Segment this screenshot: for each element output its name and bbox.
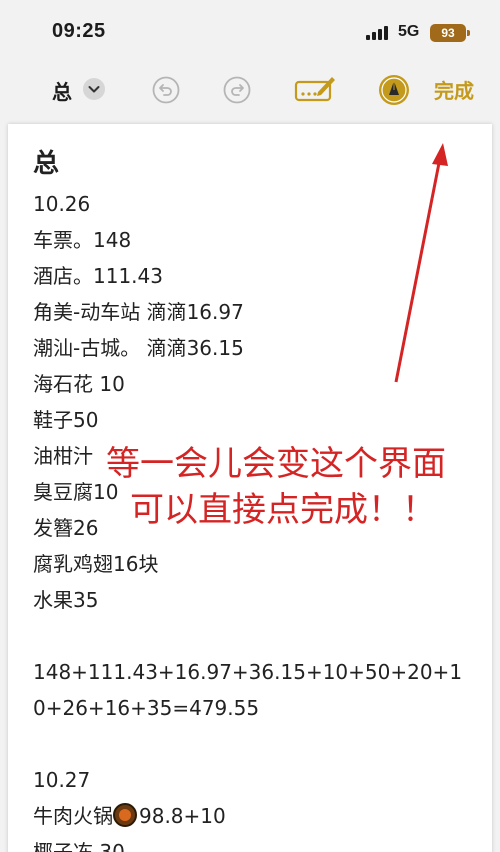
note-line: 角美-动车站 滴滴16.97 bbox=[33, 300, 244, 324]
battery-tip bbox=[467, 30, 470, 36]
hotpot-value: 98.8+10 bbox=[139, 804, 226, 828]
chevron-down-icon[interactable] bbox=[83, 78, 105, 100]
note-line: 腐乳鸡翅16块 bbox=[33, 552, 159, 576]
done-button[interactable]: 完成 bbox=[434, 75, 474, 104]
redo-icon[interactable] bbox=[223, 76, 251, 104]
note-blank-line bbox=[33, 726, 473, 762]
hotpot-label: 牛肉火锅 bbox=[33, 804, 113, 828]
note-line: 海石花 10 bbox=[33, 372, 125, 396]
note-blank-line bbox=[33, 618, 473, 654]
note-line: 0+26+16+35=479.55 bbox=[33, 696, 260, 720]
status-bar: 09:25 5G 93 bbox=[0, 0, 500, 62]
note-line: 148+111.43+16.97+36.15+10+50+20+1 bbox=[33, 660, 463, 684]
note-line-hotpot: 牛肉火锅 98.8+10 bbox=[33, 798, 473, 834]
note-toolbar: 总 完成 bbox=[0, 62, 500, 118]
note-line: 10.26 bbox=[33, 192, 91, 216]
battery-icon: 93 bbox=[430, 24, 466, 42]
pen-circle-icon[interactable] bbox=[378, 74, 410, 106]
hotpot-emoji-icon bbox=[113, 803, 137, 827]
note-line: 潮汕-古城。 滴滴36.15 bbox=[33, 336, 244, 360]
note-line-partial: 椰子冻 30 bbox=[33, 840, 125, 852]
annotation-line-1: 等一会儿会变这个界面 bbox=[106, 444, 446, 484]
network-type: 5G bbox=[398, 23, 420, 40]
note-line: 鞋子50 bbox=[33, 408, 99, 432]
undo-icon[interactable] bbox=[152, 76, 180, 104]
note-heading: 总 bbox=[33, 149, 60, 179]
markup-pen-icon[interactable] bbox=[294, 74, 336, 104]
note-line: 酒店。111.43 bbox=[33, 264, 163, 288]
note-line: 车票。148 bbox=[33, 228, 132, 252]
signal-icon bbox=[366, 26, 388, 40]
note-line: 水果35 bbox=[33, 588, 99, 612]
note-line: 10.27 bbox=[33, 768, 91, 792]
status-time: 09:25 bbox=[52, 20, 106, 42]
note-title-menu[interactable]: 总 bbox=[52, 76, 72, 105]
annotation-line-2: 可以直接点完成！！ bbox=[130, 490, 436, 530]
